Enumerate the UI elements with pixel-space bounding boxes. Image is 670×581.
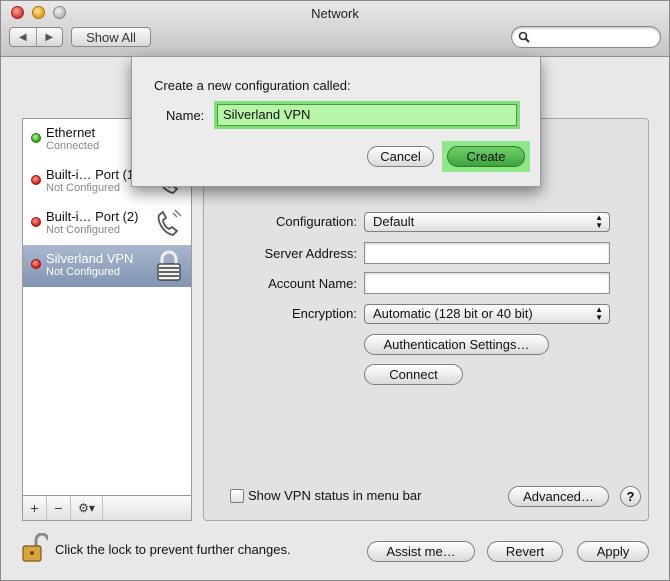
service-status: Not Configured [46,224,120,236]
status-connected-icon [31,133,41,143]
phone-icon [157,209,182,236]
popup-arrows-icon: ▲ ▼ [595,213,603,230]
apply-button[interactable]: Apply [577,541,649,562]
service-name: Built-i… Port (1) [46,167,139,182]
status-not-configured-icon [31,175,41,185]
back-icon[interactable]: ◀ [10,28,36,46]
service-status: Not Configured [46,182,120,194]
new-configuration-sheet: Create a new configuration called: Name:… [131,56,541,187]
encryption-value: Automatic (128 bit or 40 bit) [373,306,533,321]
cancel-button[interactable]: Cancel [367,146,434,167]
assist-me-button[interactable]: Assist me… [367,541,475,562]
configuration-label: Configuration: [276,214,357,229]
service-status: Connected [46,140,100,152]
authentication-settings-button[interactable]: Authentication Settings… [364,334,549,355]
show-all-button[interactable]: Show All [71,27,151,47]
service-list-toolbar: + − ⚙▾ [22,495,192,521]
advanced-button[interactable]: Advanced… [508,486,609,507]
lock-message: Click the lock to prevent further change… [55,542,291,557]
configuration-popup[interactable]: Default ▲ ▼ [364,212,610,232]
add-service-button[interactable]: + [23,496,47,520]
encryption-popup[interactable]: Automatic (128 bit or 40 bit) ▲ ▼ [364,304,610,324]
help-button[interactable]: ? [620,486,641,507]
service-builtin-port-2[interactable]: Built-i… Port (2) Not Configured [23,203,191,245]
network-window: Network ◀ ▶ Show All Ethernet Connected … [0,0,670,581]
name-field-highlight: Silverland VPN [214,101,520,129]
service-name: Silverland VPN [46,251,134,266]
gear-icon[interactable]: ⚙▾ [71,496,103,520]
server-address-field[interactable] [364,242,610,264]
status-not-configured-icon [31,217,41,227]
window-title: Network [311,6,359,21]
service-silverland-vpn[interactable]: Silverland VPN Not Configured [23,245,191,287]
remove-service-button[interactable]: − [47,496,71,520]
popup-arrows-icon: ▲ ▼ [595,305,603,322]
search-input[interactable] [511,26,661,48]
service-name: Ethernet [46,125,96,140]
service-name: Built-i… Port (2) [46,209,139,224]
search-icon [518,31,530,43]
name-label: Name: [166,108,205,123]
lock-icon[interactable] [20,533,48,563]
forward-icon[interactable]: ▶ [35,28,63,46]
revert-button[interactable]: Revert [487,541,563,562]
sheet-prompt: Create a new configuration called: [154,78,351,93]
create-button[interactable]: Create [447,146,525,167]
nav-buttons: ◀ ▶ [9,27,63,47]
encryption-label: Encryption: [291,306,357,321]
show-vpn-status-label: Show VPN status in menu bar [248,488,422,503]
connect-button[interactable]: Connect [364,364,463,385]
status-not-configured-icon [31,259,41,269]
configuration-value: Default [373,214,415,229]
service-status: Not Configured [46,266,120,278]
account-name-field[interactable] [364,272,610,294]
show-vpn-status-checkbox[interactable] [230,489,244,503]
server-address-label: Server Address: [264,246,358,261]
name-input[interactable]: Silverland VPN [217,104,517,126]
account-name-label: Account Name: [268,276,357,291]
titlebar: Network ◀ ▶ Show All [1,1,669,57]
vpn-lock-icon [157,250,181,281]
create-button-highlight: Create [442,141,530,172]
